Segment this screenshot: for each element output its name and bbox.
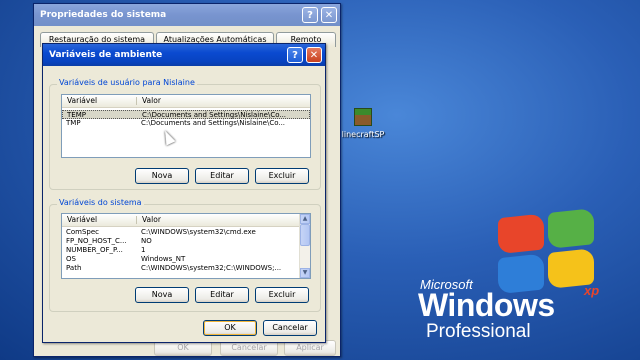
user-var-row[interactable]: TEMP C:\Documents and Settings\Nislaine\… [62,110,310,119]
user-edit-button[interactable]: Editar [195,168,249,184]
env-dialog-titlebar[interactable]: Variáveis de ambiente ? ✕ [43,44,325,66]
vertical-scrollbar[interactable]: ▲ ▼ [299,214,310,278]
sys-var-row[interactable]: FP_NO_HOST_C... NO [62,237,310,246]
close-button[interactable]: ✕ [306,47,322,63]
help-button[interactable]: ? [287,47,303,63]
logo-windows: Windows [418,287,555,323]
var-value: C:\WINDOWS\system32\cmd.exe [141,228,256,236]
var-value: C:\Documents and Settings\Nislaine\Co... [141,119,286,127]
close-button[interactable]: ✕ [321,7,337,23]
var-name: Path [66,264,82,272]
var-value: Windows_NT [141,255,186,263]
sys-var-row[interactable]: OS Windows_NT [62,255,310,264]
window-title: Propriedades do sistema [40,10,167,20]
logo-xp: xp [584,283,600,298]
column-variable[interactable]: Variável [67,215,97,224]
scroll-thumb[interactable] [300,224,310,246]
sys-var-row[interactable]: NUMBER_OF_P... 1 [62,246,310,255]
sys-edit-button[interactable]: Editar [195,287,249,303]
column-variable[interactable]: Variável [67,96,97,105]
user-variables-list[interactable]: Variável Valor TEMP C:\Documents and Set… [61,94,311,158]
desktop-icon-label: linecraftSP [341,130,385,139]
var-name: OS [66,255,76,263]
environment-variables-dialog: Variáveis de ambiente ? ✕ Variáveis de u… [42,43,326,343]
ok-button[interactable]: OK [203,320,257,336]
sys-new-button[interactable]: Nova [135,287,189,303]
system-variables-list[interactable]: Variável Valor ComSpec C:\WINDOWS\system… [61,213,311,279]
column-value[interactable]: Valor [142,215,161,224]
windows-xp-logo: Microsoft Windows xp Professional [418,205,640,350]
windows-flag-icon [498,208,598,297]
var-name: NUMBER_OF_P... [66,246,123,254]
dialog-title: Variáveis de ambiente [49,50,163,60]
sys-var-row[interactable]: ComSpec C:\WINDOWS\system32\cmd.exe [62,228,310,237]
desktop-icon-minecraft[interactable]: linecraftSP [340,108,386,139]
sys-var-row[interactable]: Path C:\WINDOWS\system32;C:\WINDOWS;... [62,264,310,273]
minecraft-icon [354,108,372,126]
user-new-button[interactable]: Nova [135,168,189,184]
system-variables-label: Variáveis do sistema [57,198,144,207]
var-value: C:\WINDOWS\system32;C:\WINDOWS;... [141,264,282,272]
help-button[interactable]: ? [302,7,318,23]
list-header: Variável Valor [62,95,310,108]
var-name: FP_NO_HOST_C... [66,237,127,245]
var-name: ComSpec [66,228,100,236]
column-value[interactable]: Valor [142,96,161,105]
system-properties-titlebar[interactable]: Propriedades do sistema ? ✕ [34,4,340,26]
logo-edition: Professional [426,321,531,342]
var-value: 1 [141,246,146,254]
var-value: NO [141,237,152,245]
cancel-button[interactable]: Cancelar [263,320,317,336]
scroll-down-icon[interactable]: ▼ [300,268,310,278]
sys-delete-button[interactable]: Excluir [255,287,309,303]
user-var-row[interactable]: TMP C:\Documents and Settings\Nislaine\C… [62,119,310,128]
user-variables-label: Variáveis de usuário para Nislaine [57,78,197,87]
user-delete-button[interactable]: Excluir [255,168,309,184]
var-name: TMP [66,119,81,127]
list-header: Variável Valor [62,214,300,227]
scroll-up-icon[interactable]: ▲ [300,214,310,224]
